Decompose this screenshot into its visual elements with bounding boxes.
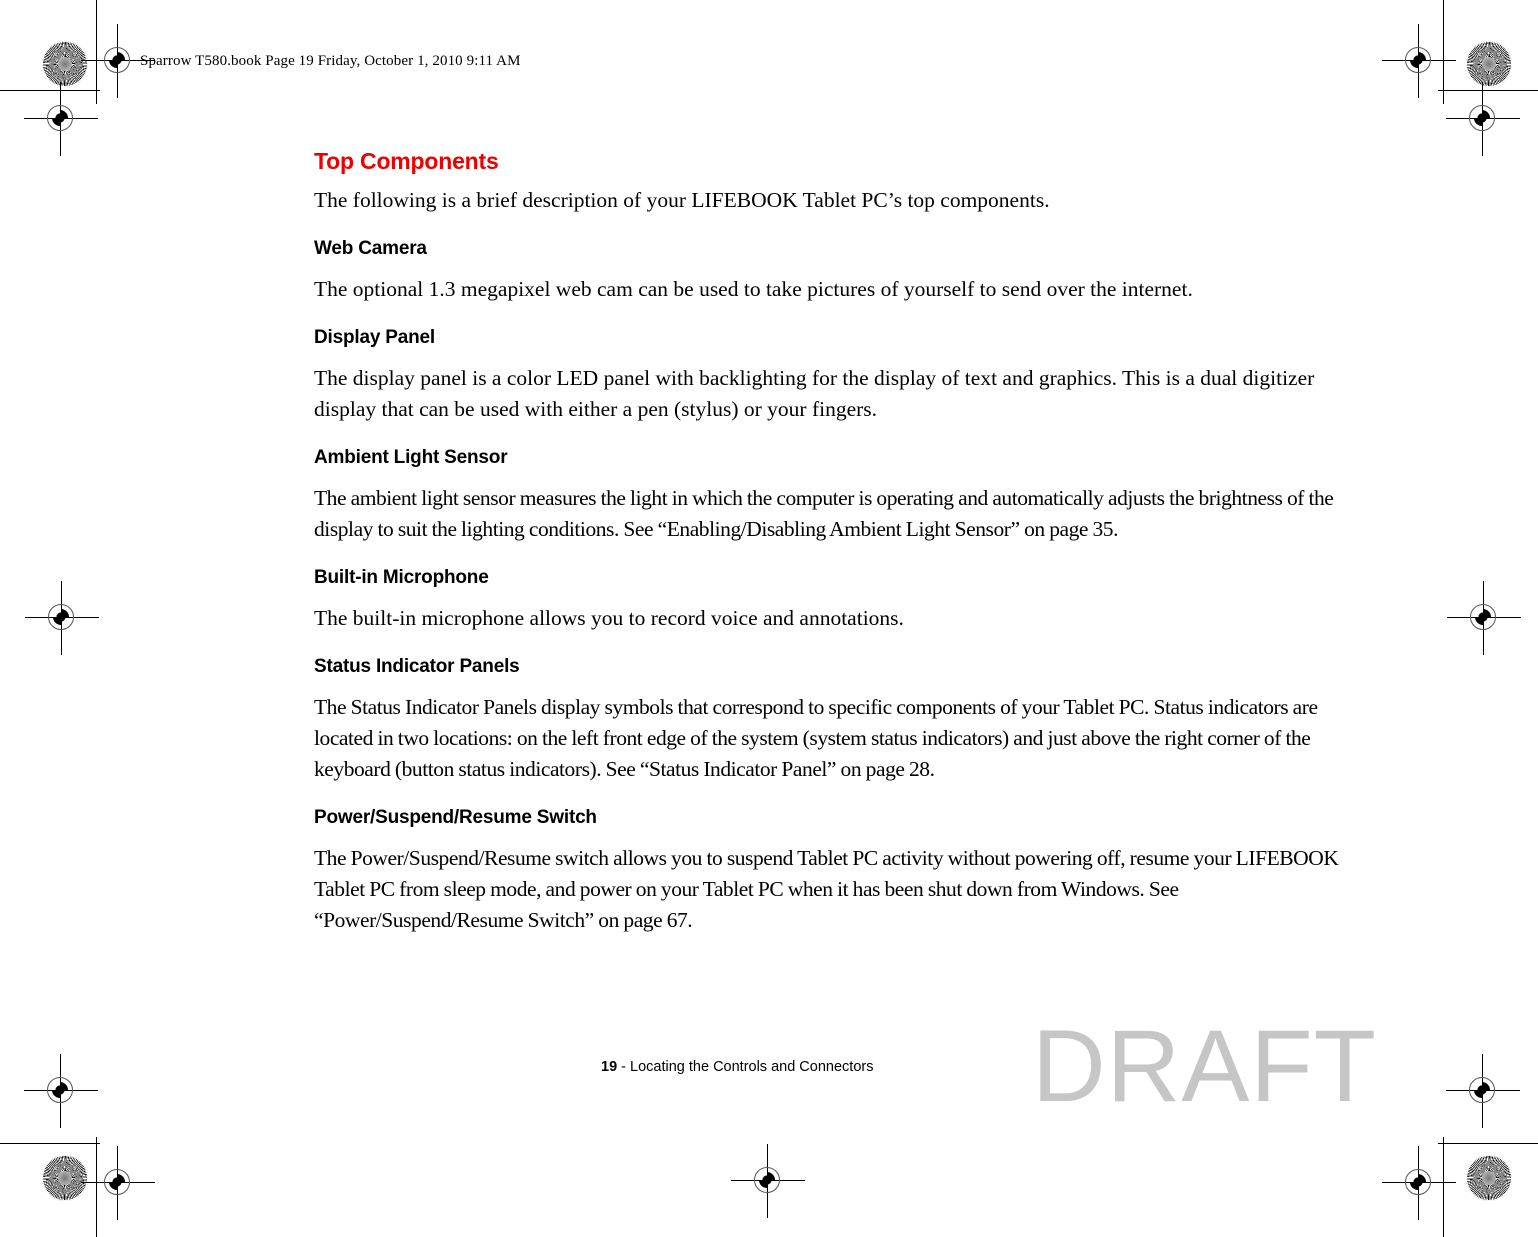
footer-separator: -	[617, 1059, 631, 1075]
registration-mark-upper-right-secondary	[1446, 82, 1520, 156]
rosette-target-bottom-right	[1466, 1155, 1512, 1201]
registration-mark-upper-left-secondary	[24, 82, 98, 156]
subsection-body-status-indicator-panels: The Status Indicator Panels display symb…	[314, 695, 1318, 781]
registration-mark-lower-right-secondary	[1446, 1054, 1520, 1128]
registration-mark-lower-left-secondary	[24, 1054, 98, 1128]
registration-mark-top-right	[1382, 24, 1456, 98]
crop-line-left-bottom-horizontal	[0, 1143, 100, 1144]
registration-mark-bottom-left	[81, 1146, 155, 1220]
subsection-heading-status-indicator-panels: Status Indicator Panels	[314, 656, 520, 677]
crop-line-top-right-vertical	[1443, 0, 1444, 104]
rosette-target-top-right	[1466, 41, 1512, 87]
footer-chapter-title: Locating the Controls and Connectors	[630, 1059, 874, 1075]
page-footer: 19 - Locating the Controls and Connector…	[601, 1059, 873, 1075]
subsection-body-built-in-microphone: The built-in microphone allows you to re…	[314, 606, 904, 630]
footer-page-number: 19	[601, 1059, 618, 1075]
registration-mark-mid-left	[25, 581, 99, 655]
subsection-body-power-suspend-resume-switch: The Power/Suspend/Resume switch allows y…	[314, 846, 1339, 932]
subsection-heading-built-in-microphone: Built-in Microphone	[314, 567, 489, 588]
registration-mark-mid-right	[1447, 581, 1521, 655]
subsection-heading-power-suspend-resume-switch: Power/Suspend/Resume Switch	[314, 807, 597, 828]
crop-line-left-top-horizontal	[0, 90, 100, 91]
subsection-body-web-camera: The optional 1.3 megapixel web cam can b…	[314, 277, 1193, 301]
subsection-body-ambient-light-sensor: The ambient light sensor measures the li…	[314, 486, 1334, 541]
draft-watermark: DRAFT	[1032, 1009, 1377, 1123]
registration-mark-bottom-right	[1382, 1146, 1456, 1220]
crop-line-right-bottom-horizontal	[1438, 1143, 1538, 1144]
subsection-heading-web-camera: Web Camera	[314, 238, 427, 259]
subsection-body-display-panel: The display panel is a color LED panel w…	[314, 366, 1315, 421]
rosette-target-bottom-left	[42, 1155, 88, 1201]
crop-line-top-left-vertical	[96, 0, 97, 104]
subsection-heading-display-panel: Display Panel	[314, 327, 435, 348]
crop-line-bottom-left-vertical	[96, 1137, 97, 1237]
section-intro-paragraph: The following is a brief description of …	[314, 188, 1050, 212]
book-file-header: Sparrow T580.book Page 19 Friday, Octobe…	[140, 53, 521, 69]
registration-mark-bottom-center	[731, 1144, 805, 1218]
crop-line-bottom-right-vertical	[1443, 1137, 1444, 1237]
subsection-heading-ambient-light-sensor: Ambient Light Sensor	[314, 447, 508, 468]
registration-mark-top-left	[81, 24, 155, 98]
page-content: Top Components The following is a brief …	[314, 148, 1364, 942]
rosette-target-top-left	[42, 41, 88, 87]
crop-line-right-top-horizontal	[1438, 90, 1538, 91]
page-title: Top Components	[314, 148, 499, 174]
